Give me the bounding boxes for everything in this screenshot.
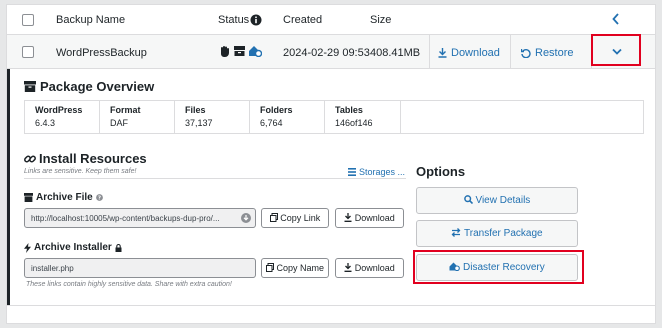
link-icon [24,153,36,165]
storages-link[interactable]: Storages ... [348,167,405,177]
row-checkbox[interactable] [22,46,34,58]
restore-button[interactable]: Restore [521,47,574,59]
pkg-cell-folders: Folders 6,764 [250,101,325,133]
storages-icon [348,168,356,176]
download-icon [344,213,352,222]
view-details-button[interactable]: View Details [416,187,578,214]
pkg-cell-tables: Tables 146of146 [325,101,401,133]
column-status: Status [218,14,250,26]
restore-icon [521,48,531,58]
options-heading: Options [416,164,466,179]
select-all-checkbox[interactable] [22,14,34,26]
lightning-icon [24,242,31,253]
backup-size: 408.41MB [370,47,421,59]
download-row-label: Download [451,47,500,59]
highlight-disaster-recovery [413,250,584,284]
hand-icon [219,45,230,57]
package-overview-table: WordPress 6.4.3 Format DAF Files 37,137 … [24,100,644,134]
highlight-expand-toggle [591,34,641,66]
package-overview-heading: Package Overview [24,79,154,94]
chevron-left-icon[interactable] [611,13,621,25]
transfer-icon [451,228,461,237]
column-size: Size [370,14,392,26]
backups-table: Backup Name Status Created Size WordPres… [6,4,656,324]
info-icon[interactable] [250,14,262,26]
home-recovery-icon [248,45,262,57]
archive-file-url-field[interactable]: http://localhost:10005/wp-content/backup… [24,208,256,228]
download-icon [438,48,447,58]
copy-icon [265,263,274,272]
column-created: Created [283,14,323,26]
installer-footer-note: These links contain highly sensitive dat… [26,281,232,288]
divider [510,35,511,69]
archive-file-label: Archive File ? [24,192,103,203]
archive-icon [234,46,245,56]
divider [24,178,406,179]
links-sensitive-note: Links are sensitive. Keep them safe! [24,168,137,175]
divider [7,305,655,306]
question-icon[interactable]: ? [95,194,103,201]
download-icon[interactable] [241,213,251,223]
lock-icon [115,243,122,252]
search-icon [463,195,473,204]
package-details-panel: Package Overview WordPress 6.4.3 Format … [7,69,655,305]
backup-name: WordPressBackup [56,47,147,59]
pkg-cell-wordpress: WordPress 6.4.3 [25,101,100,133]
package-icon [24,81,36,92]
install-resources-heading: Install Resources [24,151,147,166]
column-backup-name: Backup Name [56,14,126,26]
copy-link-button[interactable]: Copy Link [261,208,329,228]
svg-text:?: ? [98,196,101,201]
restore-label: Restore [535,47,574,59]
download-archive-button[interactable]: Download [335,208,404,228]
created-date: 2024-02-29 09:53 [283,47,370,59]
download-icon [344,263,352,272]
pkg-cell-files: Files 37,137 [175,101,250,133]
divider [429,35,430,69]
package-icon [24,193,33,202]
download-row-button[interactable]: Download [438,47,500,59]
transfer-package-button[interactable]: Transfer Package [416,220,578,247]
copy-name-button[interactable]: Copy Name [261,258,329,278]
copy-icon [269,213,278,222]
table-row: WordPressBackup 2024-02-29 09:53 408.41M… [7,34,655,69]
table-header: Backup Name Status Created Size [7,5,655,35]
installer-name-field[interactable]: installer.php [24,258,256,278]
archive-installer-label: Archive Installer [24,242,122,253]
pkg-cell-format: Format DAF [100,101,175,133]
download-installer-button[interactable]: Download [335,258,404,278]
